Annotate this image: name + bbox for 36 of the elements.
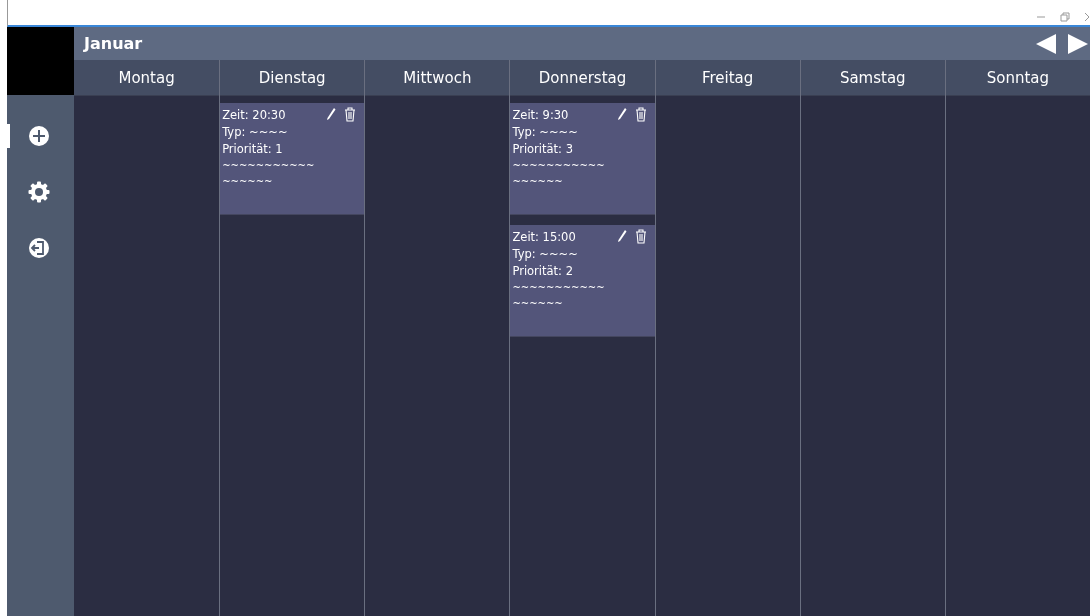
logo-block xyxy=(7,27,74,95)
trash-icon[interactable] xyxy=(634,229,647,244)
event-time: Zeit: 20:30 xyxy=(222,107,286,124)
pencil-icon[interactable] xyxy=(616,107,627,121)
day-header: Donnerstag xyxy=(538,68,627,87)
day-header: Freitag xyxy=(701,68,754,87)
trash-icon[interactable] xyxy=(344,107,357,122)
event-card[interactable]: Zeit: 15:00 Typ: ~~~~ Priorität: 2 ~~~~~~~~~~~ ~~~~~~ xyxy=(510,225,655,337)
event-priority: Priorität: 1 xyxy=(222,141,283,158)
day-header: Samstag xyxy=(839,68,906,87)
next-icon[interactable] xyxy=(1066,31,1090,56)
event-description: ~~~~~~~~~~~ ~~~~~~ xyxy=(222,159,316,189)
event-description: ~~~~~~~~~~~ ~~~~~~ xyxy=(512,281,606,311)
day-header: Mittwoch xyxy=(403,68,472,87)
event-priority: Priorität: 2 xyxy=(512,263,573,280)
event-time: Zeit: 9:30 xyxy=(512,107,569,124)
month-title: Januar xyxy=(84,34,144,53)
door-icon[interactable] xyxy=(28,237,50,259)
event-type: Typ: ~~~~ xyxy=(512,124,578,141)
close-icon[interactable] xyxy=(1084,11,1090,22)
day-header: Montag xyxy=(118,68,175,87)
event-priority: Priorität: 3 xyxy=(512,141,573,158)
event-description: ~~~~~~~~~~~ ~~~~~~ xyxy=(512,159,606,189)
day-header: Sonntag xyxy=(986,68,1050,87)
trash-icon[interactable] xyxy=(634,107,647,122)
pencil-icon[interactable] xyxy=(326,107,337,121)
event-card[interactable]: Zeit: 20:30 Typ: ~~~~ Priorität: 1 ~~~~~~~~~~~ ~~~~~~ xyxy=(220,103,365,215)
event-card[interactable]: Zeit: 9:30 Typ: ~~~~ Priorität: 3 ~~~~~~~~~~~ ~~~~~~ xyxy=(510,103,655,215)
day-header: Dienstag xyxy=(258,68,326,87)
event-type: Typ: ~~~~ xyxy=(222,124,288,141)
pencil-icon[interactable] xyxy=(616,229,627,243)
add-icon[interactable] xyxy=(28,125,50,147)
settings-icon[interactable] xyxy=(28,181,50,203)
previous-icon[interactable] xyxy=(1034,31,1058,56)
event-type: Typ: ~~~~ xyxy=(512,246,578,263)
event-time: Zeit: 15:00 xyxy=(512,229,576,246)
